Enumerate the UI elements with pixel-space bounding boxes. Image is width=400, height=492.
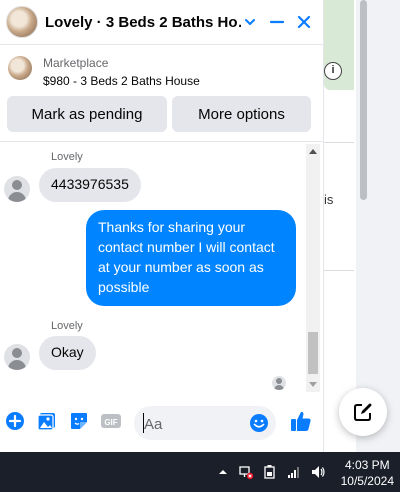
compose-icon: [352, 401, 374, 423]
background-divider: [324, 270, 354, 271]
chat-title[interactable]: Lovely · 3 Beds 2 Baths Ho…: [45, 14, 241, 31]
page-scrollbar[interactable]: [360, 0, 367, 200]
gif-icon[interactable]: GIF: [100, 410, 122, 432]
more-options-button[interactable]: More options: [172, 96, 311, 132]
clock-date: 10/5/2024: [340, 474, 394, 488]
system-clock[interactable]: 4:03 PM 10/5/2024: [341, 457, 394, 489]
message-bubble-incoming[interactable]: 4433976535: [39, 168, 141, 202]
message-input-container[interactable]: [134, 406, 276, 440]
plus-circle-icon[interactable]: [4, 410, 26, 432]
signal-strength-icon[interactable]: [285, 463, 303, 481]
listing-category: Marketplace: [43, 56, 109, 70]
sender-avatar[interactable]: [4, 344, 30, 370]
thumbs-up-icon[interactable]: [290, 410, 312, 432]
mark-as-pending-button[interactable]: Mark as pending: [7, 96, 167, 132]
battery-icon[interactable]: [261, 463, 279, 481]
minimize-icon[interactable]: [265, 10, 289, 34]
marketplace-listing[interactable]: Marketplace $980 - 3 Beds 2 Baths House: [0, 45, 323, 93]
close-icon[interactable]: [292, 10, 316, 34]
sender-name: Lovely: [51, 151, 83, 163]
svg-text:GIF: GIF: [104, 418, 117, 427]
chat-scrollbar[interactable]: [306, 144, 320, 392]
listing-thumbnail: [8, 56, 32, 80]
message-bubble-outgoing[interactable]: Thanks for sharing your contact number I…: [86, 210, 296, 306]
info-icon[interactable]: i: [324, 62, 342, 80]
clock-time: 4:03 PM: [344, 458, 390, 472]
volume-icon[interactable]: [309, 463, 327, 481]
chat-header: Lovely · 3 Beds 2 Baths Ho…: [0, 0, 323, 45]
seen-indicator-avatar: [272, 376, 286, 390]
listing-title: $980 - 3 Beds 2 Baths House: [43, 74, 200, 88]
new-message-button[interactable]: [339, 388, 387, 436]
chevron-up-icon[interactable]: [214, 463, 232, 481]
message-composer: GIF: [0, 396, 323, 452]
network-disconnected-icon[interactable]: [237, 463, 255, 481]
contact-avatar[interactable]: [6, 6, 38, 38]
message-input[interactable]: [142, 412, 246, 436]
taskbar: 4:03 PM 10/5/2024: [0, 452, 400, 492]
sender-name: Lovely: [51, 320, 83, 332]
scroll-up-arrow-icon[interactable]: [309, 149, 317, 154]
sticker-icon[interactable]: [68, 410, 90, 432]
scroll-thumb[interactable]: [308, 332, 318, 374]
emoji-icon[interactable]: [248, 412, 270, 434]
scroll-down-arrow-icon[interactable]: [309, 382, 317, 387]
divider: [0, 141, 323, 142]
background-divider: [324, 142, 354, 143]
message-bubble-incoming[interactable]: Okay: [39, 336, 96, 370]
sender-avatar[interactable]: [4, 176, 30, 202]
photo-icon[interactable]: [36, 410, 58, 432]
chat-window: Lovely · 3 Beds 2 Baths Ho… Marketplace …: [0, 0, 324, 452]
background-text: is: [324, 192, 334, 207]
chevron-down-icon[interactable]: [238, 10, 262, 34]
